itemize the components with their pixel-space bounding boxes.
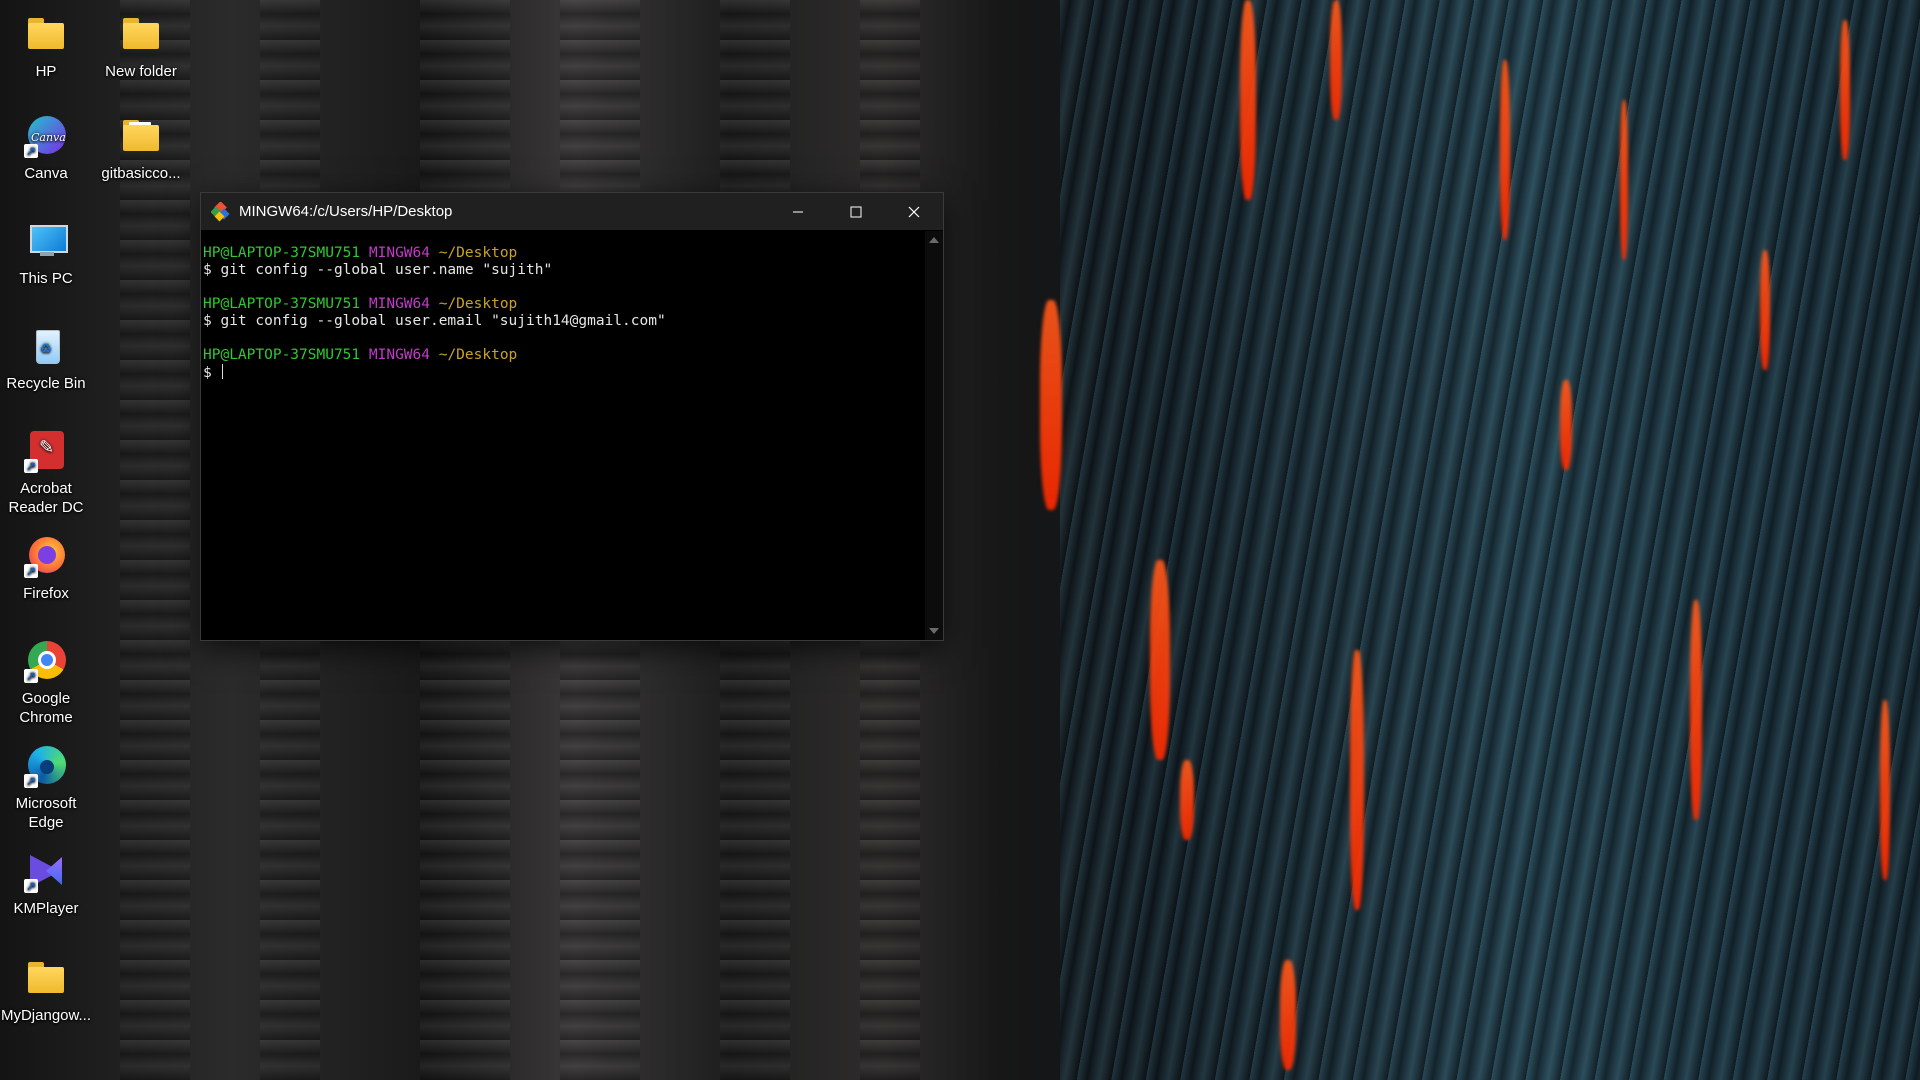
prompt-user: HP@LAPTOP-37SMU751: [203, 347, 361, 363]
desktop-icon-label: Google Chrome: [19, 690, 73, 726]
close-icon: [908, 206, 920, 217]
prompt-line: HP@LAPTOP-37SMU751 MINGW64 ~/Desktop: [203, 347, 923, 364]
prompt-env: MINGW64: [368, 245, 430, 261]
chrome-icon: ↗: [24, 639, 68, 683]
desktop-icon-canva[interactable]: Canva ↗ Canva: [0, 110, 92, 183]
minimize-icon: [793, 211, 803, 212]
prompt-user: HP@LAPTOP-37SMU751: [203, 296, 361, 312]
desktop-icon-recycle-bin[interactable]: ♻ Recycle Bin: [0, 320, 92, 393]
desktop-icon-label: Firefox: [23, 585, 69, 602]
desktop-icon-gitbasic[interactable]: gitbasicco...: [95, 110, 187, 183]
monitor-icon: [24, 219, 68, 263]
desktop-icon-this-pc[interactable]: This PC: [0, 215, 92, 288]
desktop-icon-mydjango[interactable]: MyDjangow...: [0, 952, 92, 1025]
desktop-icon-hp[interactable]: HP: [0, 8, 92, 81]
prompt-dir: ~/Desktop: [438, 347, 518, 363]
desktop-icon-label: This PC: [19, 270, 73, 287]
recycle-bin-icon: ♻: [24, 324, 68, 368]
desktop-icon-chrome[interactable]: ↗ Google Chrome: [0, 635, 92, 727]
prompt-line: HP@LAPTOP-37SMU751 MINGW64 ~/Desktop: [203, 245, 923, 262]
desktop-icon-edge[interactable]: ↗ Microsoft Edge: [0, 740, 92, 832]
current-prompt: $: [203, 365, 221, 381]
terminal-output[interactable]: HP@LAPTOP-37SMU751 MINGW64 ~/Desktop $ g…: [201, 231, 925, 640]
desktop-icon-label: MyDjangow...: [0, 1007, 92, 1024]
prompt-env: MINGW64: [368, 347, 430, 363]
title-bar[interactable]: MINGW64:/c/Users/HP/Desktop: [201, 193, 943, 230]
maximize-button[interactable]: [827, 193, 885, 230]
folder-icon: [119, 12, 163, 56]
text-cursor: [222, 364, 224, 379]
close-button[interactable]: [885, 193, 943, 230]
prompt-user: HP@LAPTOP-37SMU751: [203, 245, 361, 261]
git-bash-icon: [210, 200, 231, 222]
scroll-up-icon[interactable]: [929, 237, 939, 243]
desktop-icon-label: KMPlayer: [13, 900, 79, 917]
desktop-icon-label: gitbasicco...: [101, 165, 181, 182]
command-line: $ git config --global user.email "sujith…: [203, 313, 666, 329]
desktop-icon-label: Canva: [24, 165, 68, 182]
edge-icon: ↗: [24, 744, 68, 788]
desktop-icon-firefox[interactable]: ↗ Firefox: [0, 530, 92, 603]
desktop-icon-label: Recycle Bin: [6, 375, 86, 392]
folder-icon: [24, 956, 68, 1000]
minimize-button[interactable]: [769, 193, 827, 230]
command-line: $ git config --global user.name "sujith": [203, 262, 553, 278]
desktop-icon-label: Microsoft Edge: [15, 795, 77, 831]
canva-icon: Canva ↗: [24, 114, 68, 158]
folder-icon: [119, 114, 163, 158]
vertical-scrollbar[interactable]: [925, 231, 943, 640]
acrobat-icon: ✎ ↗: [24, 429, 68, 473]
prompt-dir: ~/Desktop: [438, 245, 518, 261]
maximize-icon: [850, 206, 862, 217]
desktop-icon-label: Acrobat Reader DC: [8, 480, 84, 516]
terminal-window[interactable]: MINGW64:/c/Users/HP/Desktop HP@LAPTOP-37…: [200, 192, 944, 641]
desktop-icon-acrobat[interactable]: ✎ ↗ Acrobat Reader DC: [0, 425, 92, 517]
desktop-icon-new-folder[interactable]: New folder: [95, 8, 187, 81]
prompt-line: HP@LAPTOP-37SMU751 MINGW64 ~/Desktop: [203, 296, 923, 313]
prompt-env: MINGW64: [368, 296, 430, 312]
folder-icon: [24, 12, 68, 56]
input-line[interactable]: $: [203, 364, 923, 381]
kmplayer-icon: ↗: [24, 849, 68, 893]
desktop-icon-label: New folder: [105, 63, 177, 80]
firefox-icon: ↗: [24, 534, 68, 578]
prompt-dir: ~/Desktop: [438, 296, 518, 312]
scroll-down-icon[interactable]: [929, 628, 939, 634]
desktop-icon-kmplayer[interactable]: ↗ KMPlayer: [0, 845, 92, 918]
window-title: MINGW64:/c/Users/HP/Desktop: [239, 203, 453, 220]
desktop-icon-label: HP: [35, 63, 57, 80]
